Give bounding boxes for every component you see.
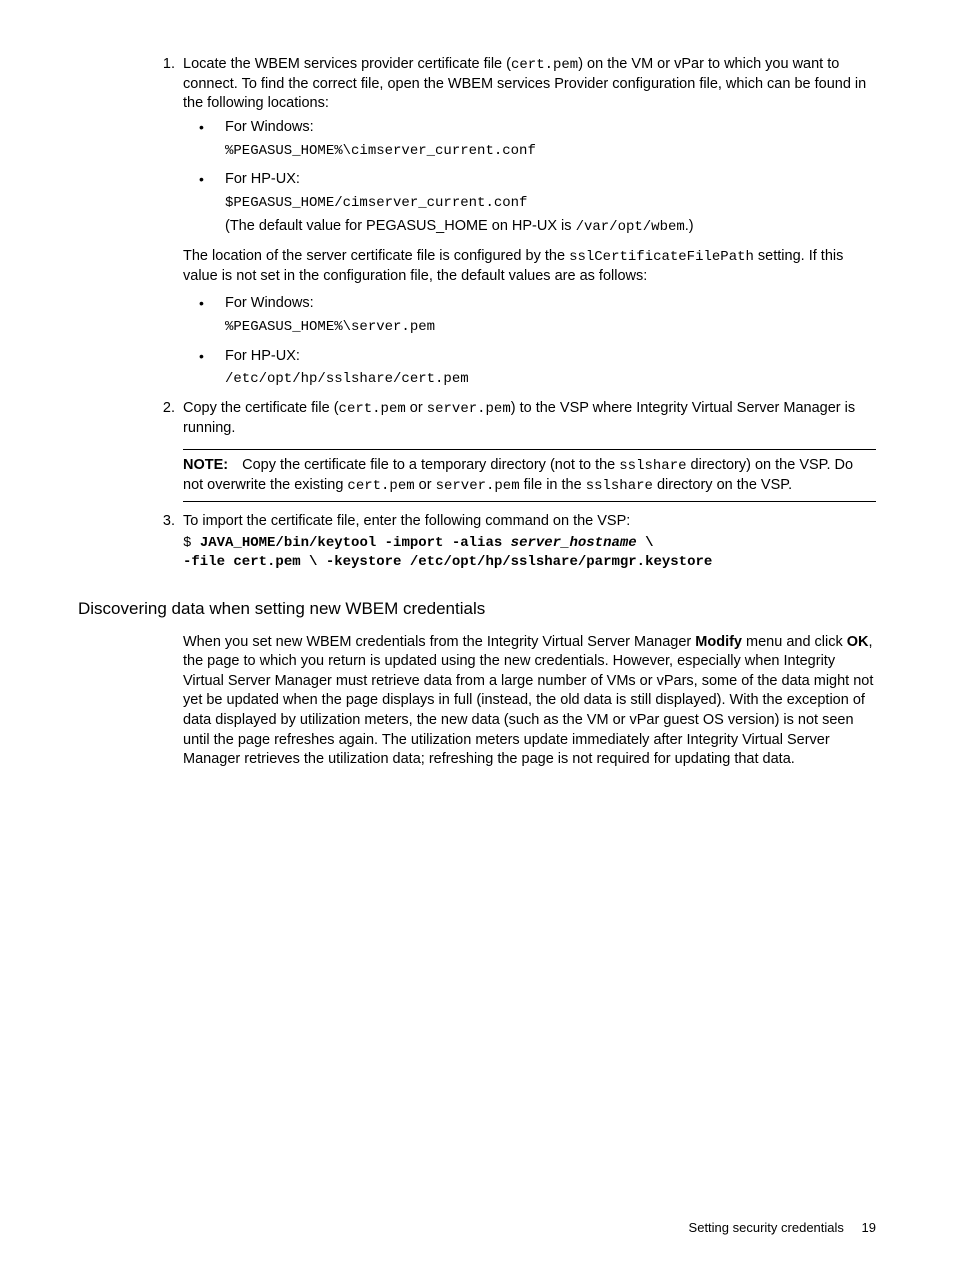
text: or [406,400,427,416]
bullet-label: For Windows: [225,294,876,314]
content-area-2: When you set new WBEM credentials from t… [183,633,876,770]
bullet-windows-1: For Windows: %PEGASUS_HOME%\cimserver_cu… [183,118,876,160]
text: menu and click [742,634,847,650]
bullet-list-1: For Windows: %PEGASUS_HOME%\cimserver_cu… [183,118,876,237]
step-2: 2. Copy the certificate file (cert.pem o… [183,399,876,502]
content-area: 1. Locate the WBEM services provider cer… [183,55,876,572]
text: Copy the certificate file to a temporary… [242,457,619,473]
code-block: /etc/opt/hp/sslshare/cert.pem [225,370,876,389]
inline-code: cert.pem [347,478,414,494]
footer-title: Setting security credentials [689,1220,844,1235]
inline-code: sslshare [619,458,686,474]
step-number: 1. [151,55,175,75]
prompt: $ [183,535,200,551]
bullet-hpux-2: For HP-UX: /etc/opt/hp/sslshare/cert.pem [183,347,876,389]
bold-text: Modify [695,634,742,650]
text: (The default value for PEGASUS_HOME on H… [225,218,576,234]
text: , the page to which you return is update… [183,634,873,767]
text: Copy the certificate file ( [183,400,339,416]
step-3-intro: To import the certificate file, enter th… [183,513,630,529]
cmd-text: \ [637,535,654,551]
step-number: 3. [151,512,175,532]
bullet-extra: (The default value for PEGASUS_HOME on H… [225,217,876,237]
procedure-list: 1. Locate the WBEM services provider cer… [183,55,876,572]
step-1-mid: The location of the server certificate f… [183,247,876,286]
inline-code: cert.pem [339,401,406,417]
step-3: 3. To import the certificate file, enter… [183,512,876,571]
bullet-list-2: For Windows: %PEGASUS_HOME%\server.pem F… [183,294,876,389]
bullet-hpux-1: For HP-UX: $PEGASUS_HOME/cimserver_curre… [183,170,876,236]
step-2-intro: Copy the certificate file (cert.pem or s… [183,400,855,436]
inline-code: /var/opt/wbem [576,219,685,235]
inline-code: server.pem [427,401,511,417]
text: .) [685,218,694,234]
page-footer: Setting security credentials 19 [689,1219,876,1237]
discover-paragraph: When you set new WBEM credentials from t… [183,633,876,770]
note-box: NOTE: Copy the certificate file to a temp… [183,449,876,503]
inline-code: sslshare [586,478,653,494]
page: 1. Locate the WBEM services provider cer… [0,0,954,1271]
code-block: %PEGASUS_HOME%\server.pem [225,318,876,337]
text: Locate the WBEM services provider certif… [183,56,511,72]
bullet-windows-2: For Windows: %PEGASUS_HOME%\server.pem [183,294,876,336]
text: file in the [520,477,586,493]
section-heading: Discovering data when setting new WBEM c… [78,598,876,621]
cmd-text: -file cert.pem \ -keystore /etc/opt/hp/s… [183,554,712,570]
bullet-label: For HP-UX: [225,347,876,367]
page-number: 19 [862,1220,876,1235]
inline-code: server.pem [436,478,520,494]
text: directory on the VSP. [653,477,792,493]
cmd-placeholder: server_hostname [511,535,637,551]
command-block: $ JAVA_HOME/bin/keytool -import -alias s… [183,534,876,572]
inline-code: cert.pem [511,57,578,73]
bold-text: OK [847,634,869,650]
note-label: NOTE: [183,457,228,473]
text: When you set new WBEM credentials from t… [183,634,695,650]
code-block: $PEGASUS_HOME/cimserver_current.conf [225,194,876,213]
bullet-label: For HP-UX: [225,170,876,190]
text: or [415,477,436,493]
bullet-label: For Windows: [225,118,876,138]
code-block: %PEGASUS_HOME%\cimserver_current.conf [225,142,876,161]
step-number: 2. [151,399,175,419]
cmd-text: JAVA_HOME/bin/keytool -import -alias [200,535,511,551]
inline-code: sslCertificateFilePath [569,249,754,265]
text: The location of the server certificate f… [183,248,569,264]
step-1: 1. Locate the WBEM services provider cer… [183,55,876,389]
step-1-intro: Locate the WBEM services provider certif… [183,56,866,111]
